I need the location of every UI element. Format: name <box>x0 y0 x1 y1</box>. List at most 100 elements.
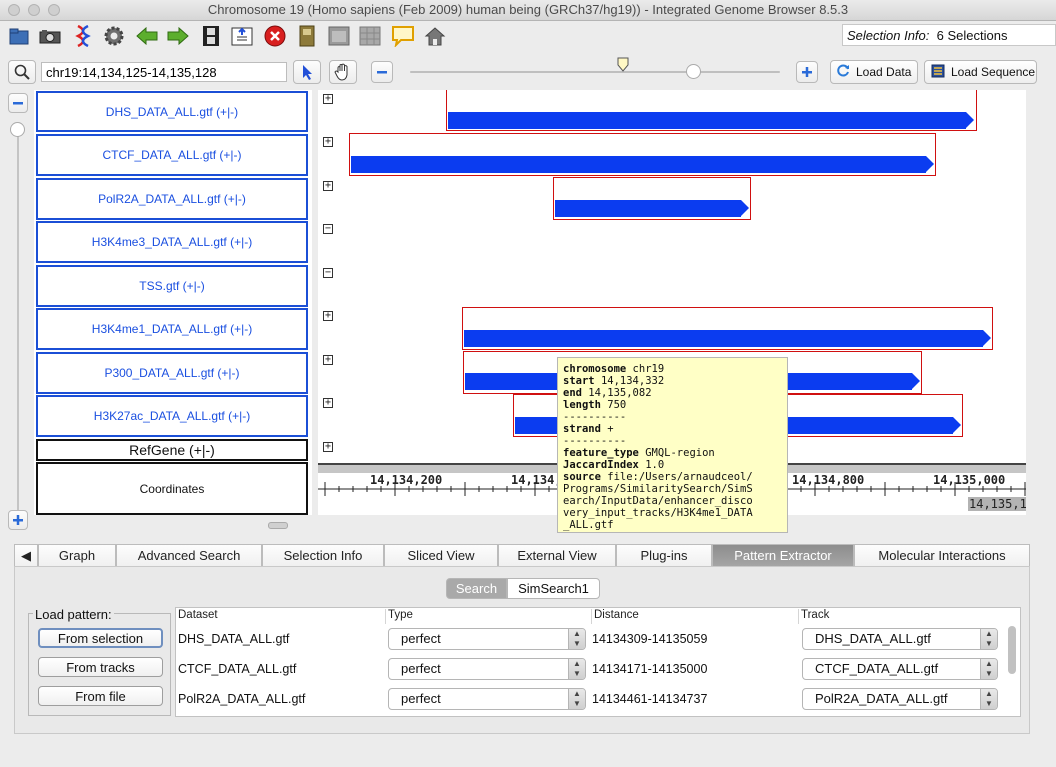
track-label-h3k27ac[interactable]: H3K27ac_DATA_ALL.gtf (+|-) <box>36 395 308 437</box>
track-label-p300[interactable]: P300_DATA_ALL.gtf (+|-) <box>36 352 308 394</box>
film-icon[interactable] <box>198 23 224 49</box>
vertical-scrollbar[interactable] <box>1028 90 1048 515</box>
expand-track-button[interactable]: + <box>323 181 333 191</box>
select-arrow-icon[interactable] <box>293 60 321 84</box>
tab-sliced-view[interactable]: Sliced View <box>384 544 498 566</box>
refresh-icon <box>837 64 850 80</box>
from-file-button[interactable]: From file <box>38 686 163 706</box>
load-sequence-label: Load Sequence <box>951 65 1036 79</box>
subtab-search[interactable]: Search <box>446 578 507 599</box>
vertical-zoom-thumb[interactable] <box>10 122 25 137</box>
track-label-dhs[interactable]: DHS_DATA_ALL.gtf (+|-) <box>36 91 308 132</box>
track-label-tss[interactable]: TSS.gtf (+|-) <box>36 265 308 307</box>
open-folder-icon[interactable] <box>6 23 32 49</box>
feature-bar[interactable] <box>351 156 934 173</box>
tooltip-key: feature_type <box>563 447 639 459</box>
forward-arrow-icon[interactable] <box>165 23 191 49</box>
feature-bar[interactable] <box>448 112 974 129</box>
zoom-out-button[interactable] <box>371 61 393 83</box>
tab-selection-info[interactable]: Selection Info <box>262 544 384 566</box>
column-header-distance[interactable]: Distance <box>592 609 799 624</box>
load-pattern-title: Load pattern: <box>33 607 114 622</box>
from-selection-button[interactable]: From selection <box>38 628 163 648</box>
tab-external-view[interactable]: External View <box>498 544 616 566</box>
zoom-slider[interactable] <box>410 64 780 79</box>
tab-graph[interactable]: Graph <box>38 544 116 566</box>
tooltip-key: strand <box>563 423 601 435</box>
upload-icon[interactable] <box>229 23 255 49</box>
hand-icon[interactable] <box>329 60 357 84</box>
cell-distance: 14134461-14134737 <box>592 692 708 706</box>
back-arrow-icon[interactable] <box>134 23 160 49</box>
tab-scroll-left-icon[interactable]: ◀ <box>14 544 38 566</box>
track-select[interactable]: DHS_DATA_ALL.gtf ▲ ▼ <box>802 628 998 650</box>
chevron-updown-icon: ▲ ▼ <box>568 659 585 679</box>
track-label-coordinates[interactable]: Coordinates <box>36 462 308 515</box>
tooltip-line: ---------- <box>563 411 782 423</box>
dna-icon[interactable] <box>70 23 96 49</box>
tooltip-line: _ALL.gtf <box>563 519 782 531</box>
search-icon[interactable] <box>8 60 36 84</box>
track-label-h3k4me3[interactable]: H3K4me3_DATA_ALL.gtf (+|-) <box>36 221 308 263</box>
track-label-ctcf[interactable]: CTCF_DATA_ALL.gtf (+|-) <box>36 134 308 176</box>
tab-molecular-interactions[interactable]: Molecular Interactions <box>854 544 1030 566</box>
feature-bar[interactable] <box>464 330 991 347</box>
chevron-updown-icon: ▲ ▼ <box>568 689 585 709</box>
tab-advanced-search[interactable]: Advanced Search <box>116 544 262 566</box>
expand-track-button[interactable]: + <box>323 442 333 452</box>
zoom-in-button[interactable] <box>796 61 818 83</box>
table-scrollbar-thumb[interactable] <box>1008 626 1016 674</box>
tooltip-key: source <box>563 471 601 483</box>
vertical-zoom-out-button[interactable] <box>8 93 28 113</box>
type-select[interactable]: perfect ▲ ▼ <box>388 628 586 650</box>
tooltip-value: ---------- <box>563 435 627 447</box>
bookmark-icon[interactable] <box>294 23 320 49</box>
home-icon[interactable] <box>422 23 448 49</box>
location-input[interactable] <box>41 62 287 82</box>
type-select[interactable]: perfect ▲ ▼ <box>388 658 586 680</box>
tooltip-line: length 750 <box>563 399 782 411</box>
feature-tooltip: chromosome chr19 start 14,134,332 end 14,1… <box>557 357 788 533</box>
expand-track-button[interactable]: + <box>323 94 333 104</box>
window-icon[interactable] <box>326 23 352 49</box>
horizontal-scroll-handle[interactable] <box>268 522 288 529</box>
grid-icon[interactable] <box>357 23 383 49</box>
cell-distance: 14134171-14135000 <box>592 662 708 676</box>
tab-pattern-extractor[interactable]: Pattern Extractor <box>712 544 854 566</box>
vertical-zoom-slider[interactable] <box>17 130 19 510</box>
expand-track-button[interactable]: + <box>323 311 333 321</box>
expand-track-button[interactable]: + <box>323 137 333 147</box>
track-label-h3k4me1[interactable]: H3K4me1_DATA_ALL.gtf (+|-) <box>36 308 308 350</box>
collapse-track-button[interactable]: − <box>323 268 333 278</box>
comment-icon[interactable] <box>390 23 416 49</box>
ruler-end-label: 14,135,1 <box>968 497 1026 511</box>
tooltip-line: feature_type GMQL-region <box>563 447 782 459</box>
tooltip-value: chr19 <box>632 363 665 375</box>
feature-bar[interactable] <box>555 200 749 217</box>
expand-track-button[interactable]: + <box>323 355 333 365</box>
track-labels-panel: DHS_DATA_ALL.gtf (+|-) CTCF_DATA_ALL.gtf… <box>34 90 312 515</box>
column-header-dataset[interactable]: Dataset <box>176 609 386 624</box>
subtab-simsearch1[interactable]: SimSearch1 <box>507 578 600 599</box>
type-select[interactable]: perfect ▲ ▼ <box>388 688 586 710</box>
gear-icon[interactable] <box>101 23 127 49</box>
tooltip-line: JaccardIndex 1.0 <box>563 459 782 471</box>
vertical-zoom-in-button[interactable] <box>8 510 28 530</box>
track-select[interactable]: CTCF_DATA_ALL.gtf ▲ ▼ <box>802 658 998 680</box>
tooltip-key: length <box>563 399 601 411</box>
zoom-slider-thumb[interactable] <box>686 64 701 79</box>
from-tracks-button[interactable]: From tracks <box>38 657 163 677</box>
camera-icon[interactable] <box>37 23 63 49</box>
cell-dataset: CTCF_DATA_ALL.gtf <box>178 662 297 676</box>
column-header-track[interactable]: Track <box>799 609 1009 624</box>
track-label-polr2a[interactable]: PolR2A_DATA_ALL.gtf (+|-) <box>36 178 308 220</box>
tab-plug-ins[interactable]: Plug-ins <box>616 544 712 566</box>
load-data-button[interactable]: Load Data <box>830 60 918 84</box>
load-sequence-button[interactable]: Load Sequence <box>924 60 1037 84</box>
expand-track-button[interactable]: + <box>323 398 333 408</box>
stop-icon[interactable] <box>262 23 288 49</box>
track-label-refgene[interactable]: RefGene (+|-) <box>36 439 308 461</box>
track-select[interactable]: PolR2A_DATA_ALL.gtf ▲ ▼ <box>802 688 998 710</box>
column-header-type[interactable]: Type <box>386 609 592 624</box>
collapse-track-button[interactable]: − <box>323 224 333 234</box>
